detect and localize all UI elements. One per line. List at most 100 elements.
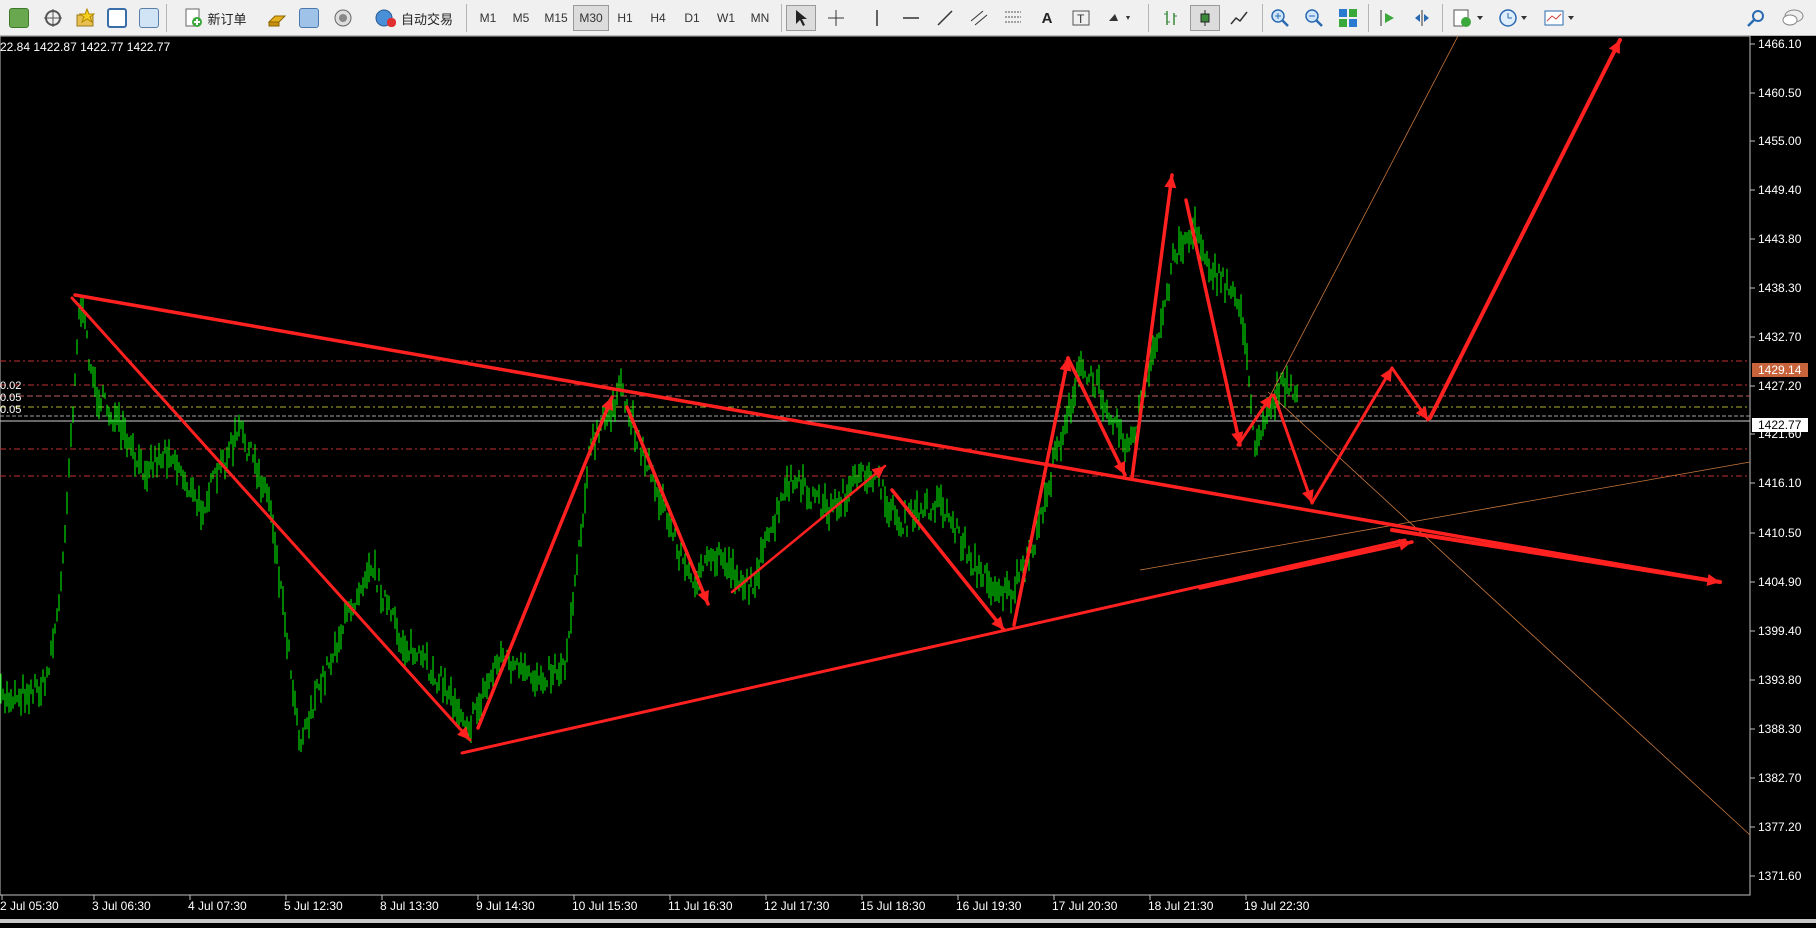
ohlc-info: 22.84 1422.87 1422.77 1422.77	[0, 40, 171, 54]
crosshair-icon[interactable]	[822, 5, 850, 31]
trend-arrow	[1130, 173, 1174, 480]
time-label: 12 Jul 17:30	[764, 899, 830, 913]
line-chart-icon[interactable]	[1224, 5, 1254, 31]
resistance-trendline	[73, 293, 1722, 584]
time-label: 4 Jul 07:30	[188, 899, 247, 913]
price-label: 1449.40	[1758, 183, 1802, 197]
cursor-icon[interactable]	[786, 5, 816, 31]
timeframe-h4-button[interactable]: H4	[642, 5, 674, 31]
level-label: 0.02	[0, 380, 22, 392]
price-label: 1393.80	[1758, 673, 1802, 687]
scrollbar[interactable]	[0, 919, 1816, 923]
chart-shift-icon[interactable]	[1408, 5, 1436, 31]
timeframe-w1-button[interactable]: W1	[710, 5, 742, 31]
horizontal-line-icon[interactable]	[898, 5, 924, 31]
crosshair-target-icon[interactable]	[40, 5, 66, 31]
price-label: 1399.40	[1758, 624, 1802, 638]
gold-bars-icon[interactable]	[264, 5, 290, 31]
timeframe-m5-button[interactable]: M5	[505, 5, 537, 31]
candlestick-chart-icon[interactable]	[1190, 5, 1220, 31]
projection-line	[1139, 461, 1751, 571]
text-label-icon[interactable]: T	[1068, 5, 1094, 31]
projection-line	[1267, 391, 1751, 836]
chart-canvas[interactable]: 1466.10 1460.50 1455.00 1449.40 1443.80 1438.…	[0, 35, 1816, 923]
chart-frame	[0, 35, 1751, 896]
price-label: 1466.10	[1758, 37, 1802, 51]
signals-icon[interactable]	[330, 5, 356, 31]
auto-trading-button[interactable]: 自动交易	[366, 5, 462, 31]
time-label: 18 Jul 21:30	[1148, 899, 1214, 913]
timeframe-h1-button[interactable]: H1	[609, 5, 641, 31]
timeframe-mn-button[interactable]: MN	[743, 5, 777, 31]
price-label: 1455.00	[1758, 134, 1802, 148]
new-order-button[interactable]: 新订单	[172, 5, 258, 31]
auto-trading-icon	[375, 9, 396, 27]
price-label: 1432.70	[1758, 330, 1802, 344]
time-label: 15 Jul 18:30	[860, 899, 926, 913]
toolbar: 新订单 自动交易 M1 M5 M15 M30 H1 H4 D1 W1 MN A …	[0, 0, 1816, 36]
trend-arrow	[890, 488, 1006, 632]
news-icon[interactable]	[296, 5, 322, 31]
trend-arrow	[1310, 366, 1394, 505]
trend-arrow	[1390, 528, 1722, 584]
arrows-dropdown-icon[interactable]	[1102, 5, 1138, 31]
auto-scroll-icon[interactable]	[1374, 5, 1402, 31]
timeframe-d1-button[interactable]: D1	[676, 5, 708, 31]
chat-icon[interactable]	[1778, 5, 1808, 31]
price-label: 1382.70	[1758, 771, 1802, 785]
time-label: 19 Jul 22:30	[1244, 899, 1310, 913]
level-label: 0.05	[0, 404, 22, 416]
new-chart-icon[interactable]	[6, 5, 32, 31]
time-label: 9 Jul 14:30	[476, 899, 535, 913]
price-label: 1427.20	[1758, 379, 1802, 393]
new-order-icon	[185, 8, 203, 27]
zoom-out-icon[interactable]	[1300, 5, 1328, 31]
time-label: 8 Jul 13:30	[380, 899, 439, 913]
price-label: 1416.10	[1758, 476, 1802, 490]
text-tool-icon[interactable]: A	[1034, 5, 1060, 31]
price-chart[interactable]: 1466.10 1460.50 1455.00 1449.40 1443.80 1438.…	[0, 35, 1816, 923]
time-label: 11 Jul 16:30	[668, 899, 733, 913]
time-label: 2 Jul 05:30	[0, 899, 59, 913]
price-label: 1371.60	[1758, 869, 1802, 883]
auto-trading-label: 自动交易	[400, 11, 453, 27]
price-label: 1443.80	[1758, 232, 1802, 246]
zoom-in-icon[interactable]	[1266, 5, 1294, 31]
trend-arrow	[625, 405, 710, 606]
price-label: 1438.30	[1758, 281, 1802, 295]
arrow-head	[1398, 538, 1412, 551]
level-label: 0.05	[0, 392, 22, 404]
support-trendline	[460, 538, 1407, 755]
periodicity-dropdown-icon[interactable]	[1494, 5, 1534, 31]
trend-arrow	[1198, 540, 1414, 590]
tile-windows-icon[interactable]	[1334, 5, 1362, 31]
trend-arrow	[730, 464, 887, 594]
svg-text:T: T	[1077, 12, 1085, 26]
trendline-icon[interactable]	[932, 5, 958, 31]
timeframe-m30-button[interactable]: M30	[573, 5, 609, 31]
price-label: 1404.90	[1758, 575, 1802, 589]
terminal-icon[interactable]	[136, 5, 162, 31]
time-label: 5 Jul 12:30	[284, 899, 343, 913]
timeframe-m15-button[interactable]: M15	[538, 5, 574, 31]
price-label: 1377.20	[1758, 820, 1802, 834]
arrow-head	[1415, 406, 1428, 420]
price-label: 1460.50	[1758, 86, 1802, 100]
time-label: 17 Jul 20:30	[1052, 899, 1118, 913]
projection-line	[1267, 35, 1459, 401]
current-price-text: 1422.77	[1758, 418, 1802, 432]
bar-chart-icon[interactable]	[1156, 5, 1186, 31]
navigator-icon[interactable]	[104, 5, 130, 31]
price-label: 1388.30	[1758, 722, 1802, 736]
channel-icon[interactable]	[966, 5, 992, 31]
trend-arrow	[70, 296, 472, 742]
timeframe-m1-button[interactable]: M1	[472, 5, 504, 31]
search-icon[interactable]	[1742, 5, 1770, 31]
time-label: 16 Jul 19:30	[956, 899, 1022, 913]
vertical-line-icon[interactable]	[864, 5, 890, 31]
templates-dropdown-icon[interactable]	[1540, 5, 1580, 31]
time-label: 3 Jul 06:30	[92, 899, 151, 913]
favorites-icon[interactable]	[72, 5, 98, 31]
fibonacci-icon[interactable]	[1000, 5, 1026, 31]
indicators-dropdown-icon[interactable]	[1448, 5, 1488, 31]
